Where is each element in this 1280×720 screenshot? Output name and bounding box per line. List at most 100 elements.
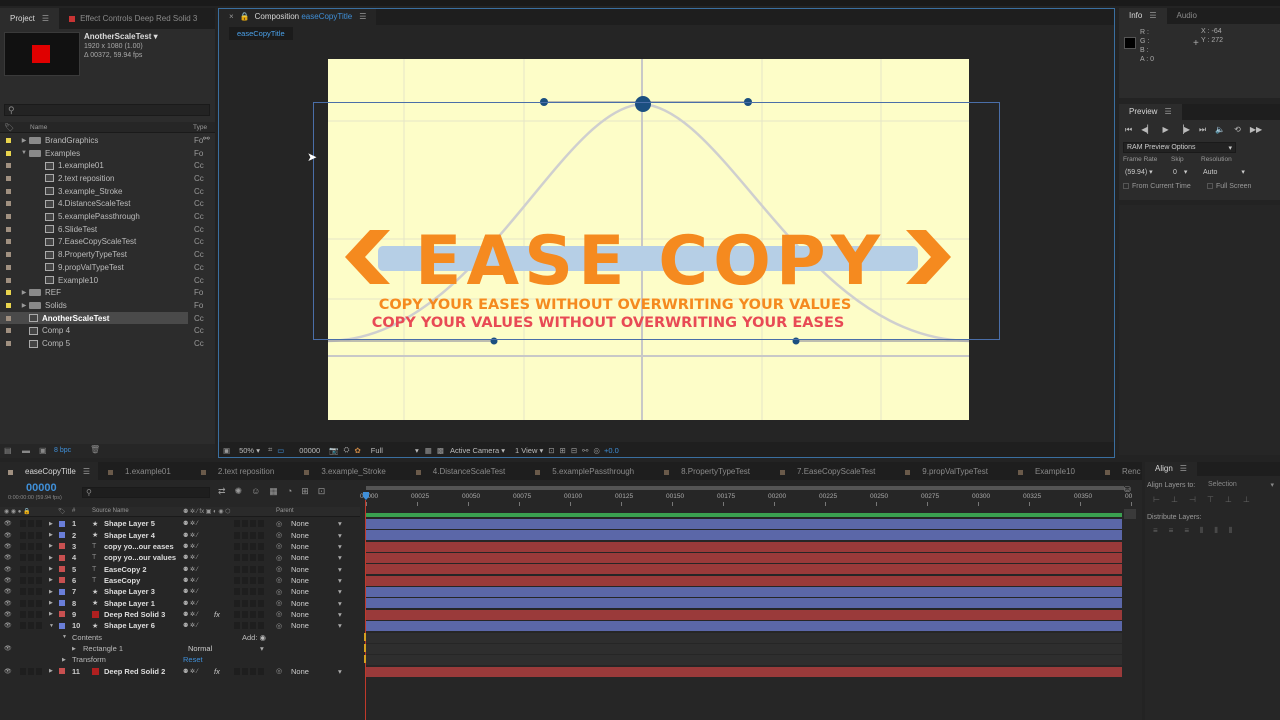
visibility-eye-icon[interactable]: 👁 <box>4 645 12 652</box>
label-swatch[interactable] <box>6 226 11 232</box>
layer-switch-box[interactable] <box>36 667 42 675</box>
property-row[interactable]: 👁 ▶ Rectangle 1 Normal ▾ <box>0 643 360 654</box>
visibility-eye-icon[interactable]: 👁 <box>4 611 12 618</box>
ram-preview-icon[interactable]: ▶▶ <box>1250 125 1262 135</box>
visibility-eye-icon[interactable]: 👁 <box>4 622 12 629</box>
project-item[interactable]: 7.EaseCopyScaleTest Cc <box>0 236 215 249</box>
layer-switch-box[interactable] <box>250 565 256 573</box>
layer-switch-box[interactable] <box>28 520 34 528</box>
layer-label-swatch[interactable] <box>59 600 65 607</box>
layer-switch-box[interactable] <box>36 622 42 630</box>
parent-dropdown-icon[interactable]: ▾ <box>338 531 342 540</box>
layer-name[interactable]: copy yo...our values <box>104 553 176 562</box>
layer-label-swatch[interactable] <box>59 611 65 618</box>
parent-pickwhip-icon[interactable]: ◎ <box>276 542 282 550</box>
layer-switch-box[interactable] <box>242 520 248 528</box>
layer-expand-icon[interactable]: ▶ <box>49 566 53 572</box>
layer-switch-box[interactable] <box>20 576 26 584</box>
align-hcenter-icon[interactable]: ⊥ <box>1171 495 1178 504</box>
label-swatch[interactable] <box>6 214 11 220</box>
layer-name[interactable]: Shape Layer 4 <box>104 531 155 540</box>
project-item[interactable]: ▶ Solids Fo <box>0 299 215 312</box>
property-row[interactable]: ▼ Contents Add: ◉ <box>0 632 360 643</box>
layer-switch-box[interactable] <box>20 554 26 562</box>
transparency-grid-icon[interactable]: ▩ <box>437 446 444 455</box>
parent-select[interactable]: None <box>291 519 309 528</box>
always-preview-icon[interactable]: ▣ <box>223 446 230 455</box>
layer-label-swatch[interactable] <box>59 622 65 629</box>
parent-pickwhip-icon[interactable]: ◎ <box>276 667 282 675</box>
resolution-select-preview[interactable]: Auto ▾ <box>1203 168 1245 176</box>
expand-down-icon[interactable]: ▼ <box>19 150 29 156</box>
comp-subtab[interactable]: easeCopyTitle <box>229 27 293 40</box>
exposure-value[interactable]: +0.0 <box>604 446 619 455</box>
transform-expand-icon[interactable]: ▶ <box>62 657 66 663</box>
label-swatch[interactable] <box>6 302 11 308</box>
expand-right-icon[interactable]: ▶ <box>19 302 29 309</box>
layer-name[interactable]: Deep Red Solid 2 <box>104 667 165 676</box>
time-ruler[interactable]: 00000 00025 00050 00075 00100 00125 00150 00175… <box>360 490 1132 506</box>
layer-switch-box[interactable] <box>20 531 26 539</box>
parent-dropdown-icon[interactable]: ▾ <box>338 542 342 551</box>
flowchart-icon[interactable]: ⚯ <box>203 134 212 146</box>
snapshot-icon[interactable]: 📷 <box>329 446 338 455</box>
project-search-input[interactable]: ⚲ <box>4 104 210 116</box>
timeline-tab[interactable]: 9.propValTypeTest <box>895 462 1008 480</box>
parent-select[interactable]: None <box>291 667 309 676</box>
col-parent-header[interactable]: Parent <box>276 508 294 514</box>
layer-row[interactable]: 👁 ▶ 11 Deep Red Solid 2 ⚉ ✲ ⁄ fx ◎ None ▾ <box>0 666 360 677</box>
layer-switch-box[interactable] <box>28 599 34 607</box>
layer-name[interactable]: Shape Layer 3 <box>104 587 155 596</box>
layer-switch-box[interactable] <box>242 542 248 550</box>
layer-switches[interactable]: ⚉ ✲ ⁄ <box>183 668 198 675</box>
layer-duration-bar[interactable] <box>366 553 1122 564</box>
new-folder-icon[interactable]: ▬ <box>22 446 30 455</box>
layer-label-swatch[interactable] <box>59 532 65 539</box>
layer-expand-icon[interactable]: ▶ <box>49 589 53 595</box>
layer-switch-box[interactable] <box>36 565 42 573</box>
expand-right-icon[interactable]: ▶ <box>19 137 29 144</box>
label-swatch[interactable] <box>6 201 11 207</box>
new-comp-icon[interactable]: ▣ <box>39 446 47 455</box>
layer-switch-box[interactable] <box>250 542 256 550</box>
tab-audio[interactable]: Audio <box>1167 8 1207 24</box>
lock-icon[interactable]: 🔒 <box>240 12 250 21</box>
layer-switch-box[interactable] <box>250 599 256 607</box>
label-swatch[interactable] <box>6 239 11 245</box>
project-item[interactable]: Comp 4 Cc <box>0 325 215 338</box>
layer-row[interactable]: 👁 ▶ 3 Tcopy yo...our eases ⚉ ✲ ⁄ ◎ None ▾ <box>0 541 360 552</box>
label-swatch[interactable] <box>6 150 11 156</box>
layer-label-swatch[interactable] <box>59 554 65 561</box>
tab-project[interactable]: Project ☰ <box>0 8 60 29</box>
layer-switch-box[interactable] <box>234 622 240 630</box>
parent-select[interactable]: None <box>291 576 309 585</box>
grid-toggle-icon[interactable]: ⌗ <box>268 445 272 455</box>
work-area-bar[interactable] <box>366 486 1124 490</box>
layer-name[interactable]: EaseCopy <box>104 576 140 585</box>
layer-expand-icon[interactable]: ▶ <box>49 668 53 674</box>
layer-switch-box[interactable] <box>20 520 26 528</box>
label-swatch[interactable] <box>6 264 11 270</box>
layer-expand-icon[interactable]: ▶ <box>49 600 53 606</box>
align-top-icon[interactable]: ⊤ <box>1207 495 1214 504</box>
ram-preview-select[interactable]: RAM Preview Options ▾ <box>1123 142 1236 153</box>
timeline-tab[interactable]: 3.example_Stroke <box>294 462 405 480</box>
audio-icon[interactable]: 🔈 <box>1215 125 1225 135</box>
parent-pickwhip-icon[interactable]: ◎ <box>276 576 282 584</box>
layer-switch-box[interactable] <box>234 565 240 573</box>
project-item[interactable]: 1.example01 Cc <box>0 159 215 172</box>
layer-row[interactable]: 👁 ▶ 8 ★ Shape Layer 1 ⚉ ✲ ⁄ ◎ None ▾ <box>0 597 360 608</box>
timeline-icon[interactable]: ⊟ <box>571 446 577 455</box>
layer-switches[interactable]: ⚉ ✲ ⁄ <box>183 622 198 629</box>
show-snapshot-icon[interactable]: ⛭ <box>344 445 350 455</box>
layer-switch-box[interactable] <box>28 576 34 584</box>
project-item[interactable]: AnotherScaleTest Cc <box>0 311 204 325</box>
layer-switch-box[interactable] <box>20 667 26 675</box>
timeline-tab[interactable]: 5.examplePassthrough <box>525 462 654 480</box>
frame-blend-icon[interactable]: ▦ <box>269 486 278 497</box>
layer-duration-bar[interactable] <box>366 587 1122 598</box>
fast-previews-icon[interactable]: ⊞ <box>560 446 566 455</box>
layer-duration-bar[interactable] <box>366 598 1122 609</box>
layer-switch-box[interactable] <box>28 542 34 550</box>
parent-select[interactable]: None <box>291 587 309 596</box>
